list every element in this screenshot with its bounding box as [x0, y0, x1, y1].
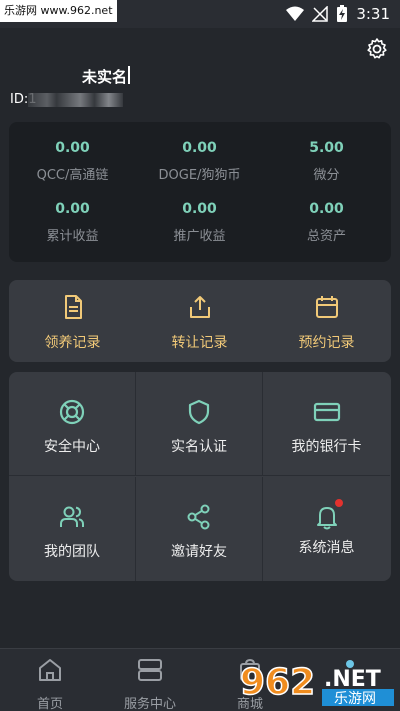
- gear-icon[interactable]: [365, 37, 389, 61]
- asset-label: 总资产: [306, 229, 346, 244]
- shield-icon: [188, 399, 210, 425]
- username: 未实名: [82, 68, 128, 86]
- asset-label: 推广收益: [173, 229, 226, 244]
- invite-friends-button[interactable]: 邀请好友: [136, 477, 263, 581]
- bell-icon-wrapper: [313, 499, 343, 531]
- asset-total: 0.00 总资产: [263, 201, 390, 244]
- signal-icon: [312, 6, 329, 22]
- real-name-auth-button[interactable]: 实名认证: [136, 372, 263, 476]
- grid-label: 我的团队: [44, 544, 100, 560]
- reservation-records-button[interactable]: 预约记录: [263, 294, 390, 352]
- calendar-icon: [315, 296, 338, 318]
- bank-card-button[interactable]: 我的银行卡: [263, 372, 390, 476]
- functions-grid: 安全中心 实名认证 我的银行卡 我的团队 邀请好友 系统消息: [9, 372, 391, 581]
- server-icon: [138, 659, 162, 681]
- asset-total-earnings: 0.00 累计收益: [9, 201, 136, 244]
- grid-label: 我的银行卡: [291, 439, 362, 455]
- adoption-records-button[interactable]: 领养记录: [9, 294, 136, 352]
- site-watermark-logo: 962 .NET 乐游网: [239, 660, 394, 707]
- battery-icon: [337, 5, 348, 22]
- wifi-icon: [286, 6, 305, 21]
- system-messages-button[interactable]: 系统消息: [263, 477, 390, 581]
- status-time: 3:31: [356, 5, 390, 23]
- asset-value: 0.00: [55, 201, 90, 217]
- asset-referral-earnings: 0.00 推广收益: [136, 201, 263, 244]
- asset-qcc: 0.00 QCC/高通链: [9, 140, 136, 183]
- users-icon: [60, 506, 84, 527]
- user-id-masked: [28, 93, 123, 107]
- grid-label: 实名认证: [171, 439, 227, 455]
- document-icon: [64, 295, 82, 319]
- asset-value: 0.00: [309, 201, 344, 217]
- asset-doge: 0.00 DOGE/狗狗币: [136, 140, 263, 183]
- share-icon: [187, 504, 210, 530]
- share-upload-icon: [189, 296, 210, 318]
- text-caret: [128, 66, 130, 84]
- asset-label: DOGE/狗狗币: [158, 168, 241, 183]
- asset-value: 0.00: [55, 140, 90, 156]
- status-bar: 乐游网 www.962.net 3:31: [0, 0, 400, 28]
- asset-value: 5.00: [309, 140, 344, 156]
- record-label: 转让记录: [171, 335, 228, 351]
- nav-home[interactable]: 首页: [0, 657, 100, 711]
- grid-label: 系统消息: [298, 540, 355, 556]
- grid-label: 安全中心: [44, 439, 100, 455]
- asset-value: 0.00: [182, 140, 217, 156]
- home-icon: [39, 659, 61, 681]
- asset-label: 累计收益: [46, 229, 99, 244]
- security-center-button[interactable]: 安全中心: [9, 372, 136, 476]
- records-card: 领养记录 转让记录 预约记录: [9, 280, 391, 362]
- svg-text:.NET: .NET: [324, 667, 381, 692]
- asset-label: 微分: [313, 168, 340, 183]
- nav-service-center[interactable]: 服务中心: [100, 657, 200, 711]
- asset-value: 0.00: [182, 201, 217, 217]
- lifebuoy-icon: [59, 399, 85, 425]
- status-icons: 3:31: [286, 4, 390, 24]
- transfer-records-button[interactable]: 转让记录: [136, 294, 263, 352]
- nav-label: 服务中心: [123, 697, 176, 711]
- credit-card-icon: [313, 402, 340, 422]
- nav-label: 首页: [36, 697, 63, 711]
- notification-dot: [334, 499, 343, 507]
- asset-points: 5.00 微分: [263, 140, 390, 183]
- assets-card: 0.00 QCC/高通链 0.00 DOGE/狗狗币 5.00 微分 0.00 …: [9, 122, 391, 262]
- record-label: 预约记录: [298, 335, 355, 351]
- grid-label: 邀请好友: [171, 544, 227, 560]
- asset-label: QCC/高通链: [36, 168, 109, 183]
- my-team-button[interactable]: 我的团队: [9, 477, 136, 581]
- svg-text:乐游网: 乐游网: [334, 691, 376, 707]
- site-tag: 乐游网 www.962.net: [0, 0, 117, 22]
- record-label: 领养记录: [44, 335, 101, 351]
- svg-text:962: 962: [240, 662, 315, 703]
- bell-icon: [316, 507, 337, 530]
